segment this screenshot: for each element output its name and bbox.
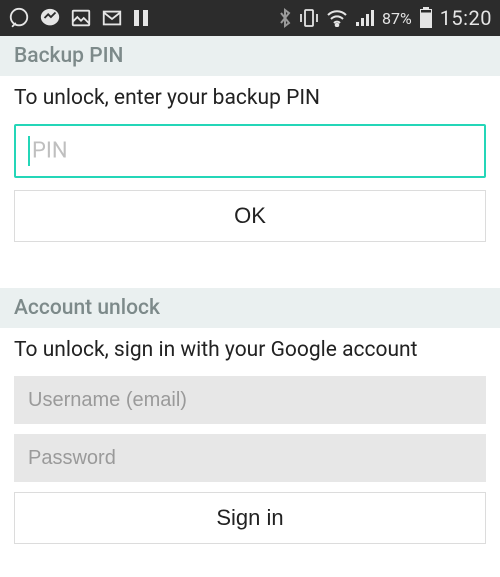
messenger-icon bbox=[39, 7, 61, 29]
backup-pin-instruction: To unlock, enter your backup PIN bbox=[14, 86, 486, 110]
gmail-icon bbox=[101, 7, 123, 29]
account-unlock-header: Account unlock bbox=[0, 288, 500, 328]
status-left bbox=[8, 7, 150, 29]
battery-percent-label: 87% bbox=[382, 9, 412, 28]
pin-placeholder: PIN bbox=[32, 139, 68, 164]
backup-pin-header: Backup PIN bbox=[0, 36, 500, 76]
text-caret bbox=[28, 136, 30, 166]
battery-icon bbox=[419, 7, 433, 29]
ok-button[interactable]: OK bbox=[14, 190, 486, 242]
vibrate-icon bbox=[299, 7, 319, 29]
section-gap bbox=[0, 258, 500, 288]
account-unlock-body: To unlock, sign in with your Google acco… bbox=[0, 328, 500, 560]
password-input[interactable] bbox=[14, 434, 486, 482]
status-bar: 87% 15:20 bbox=[0, 0, 500, 36]
clock-label: 15:20 bbox=[440, 6, 492, 30]
account-unlock-instruction: To unlock, sign in with your Google acco… bbox=[14, 338, 486, 362]
username-input[interactable] bbox=[14, 376, 486, 424]
bluetooth-icon bbox=[278, 8, 292, 28]
signal-icon bbox=[355, 9, 375, 27]
whatsapp-icon bbox=[8, 7, 30, 29]
status-right: 87% 15:20 bbox=[278, 6, 492, 30]
pin-input[interactable]: PIN bbox=[14, 124, 486, 178]
image-icon bbox=[70, 7, 92, 29]
pause-icon bbox=[132, 8, 150, 28]
wifi-icon bbox=[326, 9, 348, 27]
signin-button[interactable]: Sign in bbox=[14, 492, 486, 544]
backup-pin-body: To unlock, enter your backup PIN PIN OK bbox=[0, 76, 500, 258]
